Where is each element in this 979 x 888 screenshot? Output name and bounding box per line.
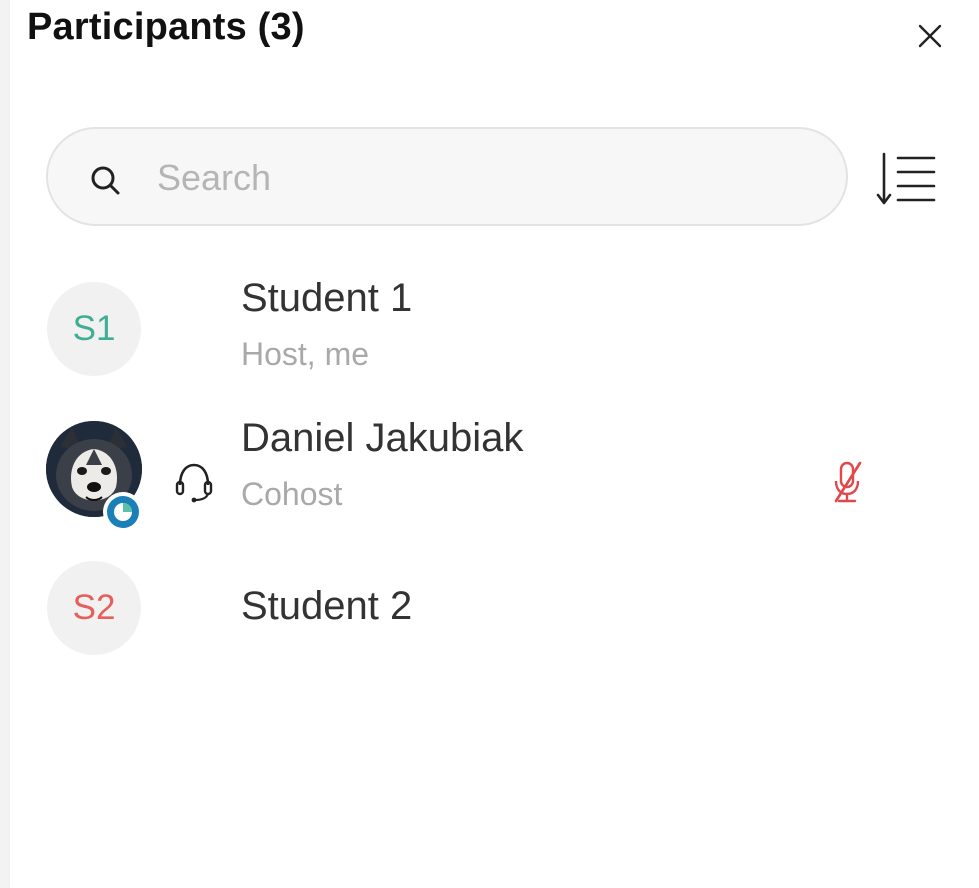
- panel-title: Participants (3): [27, 6, 305, 48]
- sort-button[interactable]: [874, 148, 940, 210]
- search-icon: [91, 166, 120, 195]
- muted-mic-icon: [834, 461, 862, 503]
- participant-role: Host, me: [241, 336, 370, 372]
- headset-icon: [175, 463, 213, 503]
- sort-icon: [876, 152, 936, 205]
- participant-name: Student 2: [241, 584, 413, 628]
- panel-left-edge: [0, 0, 10, 888]
- participant-role: Cohost: [241, 476, 343, 512]
- presence-status-icon: [103, 492, 143, 532]
- close-icon: [918, 24, 942, 48]
- search-box[interactable]: [46, 127, 848, 226]
- search-input[interactable]: [155, 149, 819, 207]
- close-button[interactable]: [910, 16, 950, 56]
- avatar-initials-s2: S2: [47, 561, 141, 655]
- participant-name: Student 1: [241, 276, 413, 320]
- avatar-initials-s1: S1: [47, 282, 141, 376]
- mute-button[interactable]: [826, 459, 870, 505]
- participants-panel: Participants (3) S1 Student 1 Host, me: [0, 0, 979, 888]
- participant-name: Daniel Jakubiak: [241, 416, 524, 460]
